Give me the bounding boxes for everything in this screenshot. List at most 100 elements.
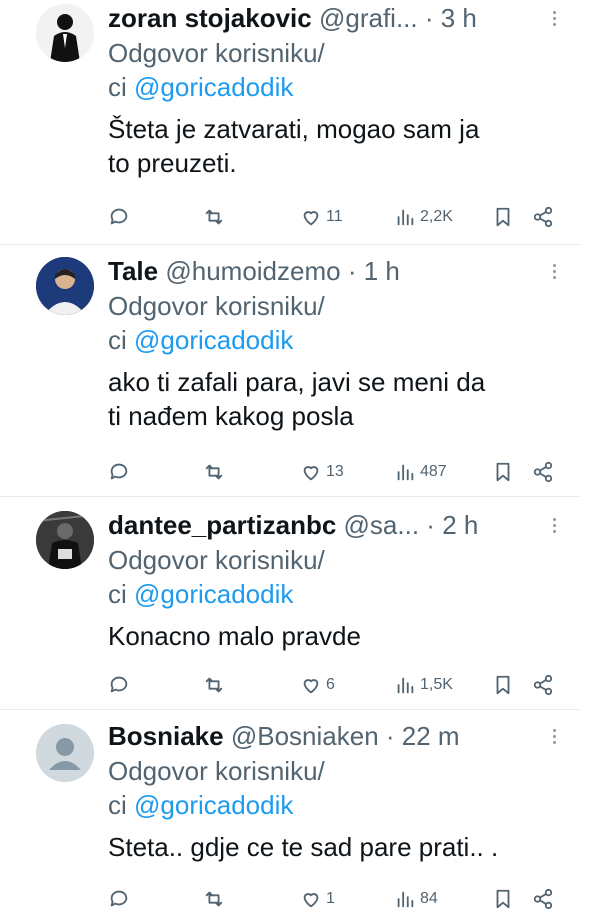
tweet-text-line: ako ti zafali para, javi se meni da [108, 367, 486, 397]
reply-button[interactable] [108, 884, 130, 914]
tweet-text-line: Steta.. gdje ce te sad pare prati.. . [108, 832, 499, 862]
separator-dot: · [426, 510, 443, 540]
tweet-text: Šteta je zatvarati, mogao sam ja to preu… [108, 112, 580, 180]
user-handle[interactable]: @sa... [344, 510, 420, 540]
more-options-icon[interactable] [544, 718, 564, 754]
display-name[interactable]: zoran stojakovic [108, 3, 312, 33]
view-count: 1,5K [420, 676, 453, 693]
reply-icon [110, 208, 128, 225]
like-button[interactable]: 13 [300, 457, 344, 487]
heart-icon [303, 211, 319, 226]
bookmark-icon [496, 207, 510, 227]
tweet-text-line: to preuzeti. [108, 148, 237, 178]
reply-button[interactable] [108, 457, 130, 487]
share-icon [533, 674, 553, 696]
like-count: 13 [326, 463, 344, 480]
basketball-avatar[interactable] [36, 511, 94, 569]
tweet-text: ako ti zafali para, javi se meni da ti n… [108, 365, 580, 433]
tweet[interactable]: zoran stojakovic @grafi... · 3 h Odgovor… [0, 0, 600, 245]
reply-prefix: Odgovor korisniku/ [108, 38, 325, 68]
display-name[interactable]: Tale [108, 256, 158, 286]
tweet-text-line: Šteta je zatvarati, mogao sam ja [108, 114, 480, 144]
reply-icon [110, 890, 128, 907]
heart-icon [303, 466, 319, 481]
display-name[interactable]: dantee_partizanbc [108, 510, 336, 540]
bookmark-button[interactable] [492, 670, 514, 700]
tweet-text: Steta.. gdje ce te sad pare prati.. . [108, 830, 580, 864]
share-button[interactable] [532, 670, 554, 700]
share-icon [533, 888, 553, 910]
bookmark-icon [496, 889, 510, 909]
display-name[interactable]: Bosniake [108, 721, 224, 751]
tweet-header: zoran stojakovic @grafi... · 3 h [108, 0, 580, 36]
reply-prefix: Odgovor korisniku/ [108, 291, 325, 321]
views-icon [397, 209, 414, 226]
separator-dot: · [385, 721, 402, 751]
timestamp[interactable]: 1 h [364, 256, 400, 286]
retweet-button[interactable] [203, 670, 225, 700]
bookmark-button[interactable] [492, 457, 514, 487]
mention-link[interactable]: @goricadodik [134, 790, 293, 820]
tweet[interactable]: Bosniake @Bosniaken · 22 m Odgovor koris… [0, 710, 600, 910]
tweet-text-line: ti nađem kakog posla [108, 401, 354, 431]
tweet-header: Tale @humoidzemo · 1 h [108, 253, 580, 289]
retweet-button[interactable] [203, 202, 225, 232]
view-count: 2,2K [420, 208, 453, 225]
mention-link[interactable]: @goricadodik [134, 579, 293, 609]
user-handle[interactable]: @humoidzemo [165, 256, 340, 286]
separator-dot: · [347, 256, 364, 286]
reply-prefix: Odgovor korisniku/ [108, 756, 325, 786]
man-in-suit-avatar[interactable] [36, 4, 94, 62]
bookmark-button[interactable] [492, 884, 514, 914]
like-button[interactable]: 11 [300, 202, 343, 232]
heart-icon [303, 893, 319, 908]
reply-icon [110, 676, 128, 693]
reply-context: Odgovor korisniku/ ci @goricadodik [108, 543, 580, 611]
tweet[interactable]: Tale @humoidzemo · 1 h Odgovor korisniku… [0, 245, 600, 497]
share-button[interactable] [532, 884, 554, 914]
mention-link[interactable]: @goricadodik [134, 325, 293, 355]
bookmark-icon [496, 462, 510, 482]
reply-button[interactable] [108, 670, 130, 700]
views-button[interactable]: 2,2K [394, 202, 453, 232]
tweet-text-line: Konacno malo pravde [108, 621, 361, 651]
mention-link[interactable]: @goricadodik [134, 72, 293, 102]
share-button[interactable] [532, 457, 554, 487]
retweet-button[interactable] [203, 884, 225, 914]
user-handle[interactable]: @grafi... [319, 3, 418, 33]
more-options-icon[interactable] [544, 507, 564, 543]
retweet-button[interactable] [203, 457, 225, 487]
view-count: 84 [420, 890, 438, 907]
views-icon [397, 891, 414, 908]
tweet[interactable]: dantee_partizanbc @sa... · 2 h Odgovor k… [0, 497, 600, 710]
views-button[interactable]: 487 [394, 457, 447, 487]
timestamp[interactable]: 2 h [442, 510, 478, 540]
retweet-icon [205, 891, 223, 907]
reply-button[interactable] [108, 202, 130, 232]
like-button[interactable]: 6 [300, 670, 335, 700]
timestamp[interactable]: 22 m [402, 721, 460, 751]
like-count: 1 [326, 890, 335, 907]
more-options-icon[interactable] [544, 0, 564, 36]
reply-prefix-suffix: ci [108, 579, 134, 609]
tweet-text: Konacno malo pravde [108, 619, 580, 653]
more-options-icon[interactable] [544, 253, 564, 289]
separator-dot: · [424, 3, 441, 33]
man-portrait-avatar[interactable] [36, 257, 94, 315]
views-button[interactable]: 84 [394, 884, 438, 914]
share-button[interactable] [532, 202, 554, 232]
bookmark-button[interactable] [492, 202, 514, 232]
heart-icon [303, 679, 319, 694]
reply-prefix-suffix: ci [108, 325, 134, 355]
like-button[interactable]: 1 [300, 884, 335, 914]
timestamp[interactable]: 3 h [441, 3, 477, 33]
tweet-actions: 1 84 [108, 884, 578, 914]
default-user-avatar[interactable] [36, 724, 94, 782]
reply-context: Odgovor korisniku/ ci @goricadodik [108, 36, 580, 104]
user-handle[interactable]: @Bosniaken [231, 721, 379, 751]
retweet-icon [205, 209, 223, 225]
reply-prefix-suffix: ci [108, 72, 134, 102]
views-button[interactable]: 1,5K [394, 670, 453, 700]
like-count: 11 [326, 208, 343, 225]
share-icon [533, 461, 553, 483]
